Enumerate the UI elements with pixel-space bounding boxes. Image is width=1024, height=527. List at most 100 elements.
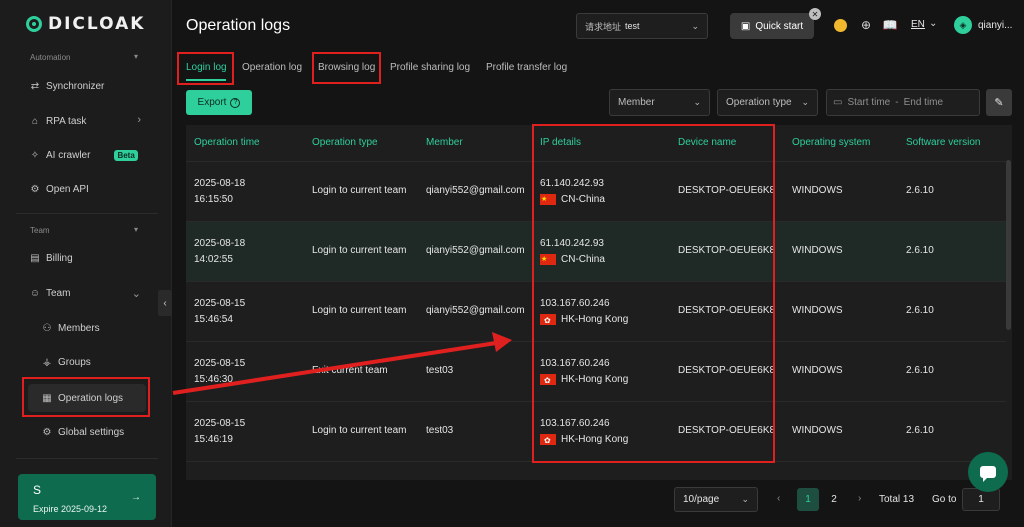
date-text: 2025-08-15 xyxy=(194,418,246,429)
collapse-sidebar-button[interactable]: ‹ xyxy=(158,290,172,316)
brush-icon: ✎ xyxy=(994,97,1004,109)
version-cell: 2.6.10 xyxy=(906,365,934,376)
ai-icon: ✧ xyxy=(30,149,40,161)
page-size-select[interactable]: 10/page ⌄ xyxy=(674,487,758,512)
time-text: 15:46:30 xyxy=(194,374,233,385)
version-cell: 2.6.10 xyxy=(906,245,934,256)
help-icon: ? xyxy=(230,97,241,108)
chevron-right-icon[interactable]: › xyxy=(137,114,141,126)
page-title: Operation logs xyxy=(186,17,291,34)
logo[interactable]: DICLOAK xyxy=(26,14,145,34)
sidebar-item-label: RPA task xyxy=(46,115,87,127)
region-select[interactable]: 请求地址 test ⌄ xyxy=(576,13,708,39)
sidebar-item-synchronizer[interactable]: ⇄ Synchronizer xyxy=(30,76,105,96)
divider xyxy=(16,458,158,459)
username[interactable]: qianyi... xyxy=(978,20,1012,31)
caret-down-icon[interactable]: ▾ xyxy=(134,52,138,61)
close-icon[interactable]: ✕ xyxy=(809,8,821,20)
sidebar-item-label: Billing xyxy=(46,252,73,264)
page-number[interactable]: 2 xyxy=(823,488,845,511)
version-cell: 2.6.10 xyxy=(906,305,934,316)
operation-type-select[interactable]: Operation type ⌄ xyxy=(717,89,818,116)
logo-text: DICLOAK xyxy=(48,14,146,34)
operation-time-cell: 2025-08-15 15:46:54 xyxy=(194,296,245,328)
table-scrollbar[interactable] xyxy=(1006,160,1011,330)
settings-icon: ⚙ xyxy=(42,426,52,438)
quick-start-label: Quick start xyxy=(755,20,804,32)
annotation-box-ip-device xyxy=(532,124,775,463)
chevron-down-icon: ⌄ xyxy=(693,97,701,107)
operation-time-cell: 2025-08-18 16:15:50 xyxy=(194,176,245,208)
robot-icon: ⌂ xyxy=(31,115,39,127)
members-icon: ⚇ xyxy=(42,322,52,334)
annotation-box-operation-logs xyxy=(22,377,150,417)
tab-profile-sharing-log[interactable]: Profile sharing log xyxy=(390,62,470,73)
os-cell: WINDOWS xyxy=(792,365,843,376)
export-button[interactable]: Export ? xyxy=(186,90,252,115)
annotation-box-login-log xyxy=(177,52,234,85)
member-select[interactable]: Member ⌄ xyxy=(609,89,710,116)
quick-start-icon: ▣ xyxy=(740,20,751,32)
operation-time-cell: 2025-08-18 14:02:55 xyxy=(194,236,245,268)
sidebar-item-billing[interactable]: ▤ Billing xyxy=(30,248,73,268)
section-automation: Automation xyxy=(30,53,71,62)
divider xyxy=(16,213,158,214)
column-header: Operating system xyxy=(792,137,871,148)
date-text: 2025-08-15 xyxy=(194,358,246,369)
sidebar-item-members[interactable]: ⚇ Members xyxy=(42,318,100,338)
os-cell: WINDOWS xyxy=(792,245,843,256)
version-cell: 2.6.10 xyxy=(906,185,934,196)
total-count: Total 13 xyxy=(879,494,915,505)
chevron-down-icon[interactable]: ⌄ xyxy=(132,287,141,300)
beta-badge: Beta xyxy=(114,149,138,161)
upload-icon[interactable]: ⊕ xyxy=(858,17,874,33)
tab-operation-log[interactable]: Operation log xyxy=(242,62,302,73)
quick-start-button[interactable]: ▣ Quick start xyxy=(730,13,814,39)
sidebar-item-rpa-task[interactable]: ⌂ RPA task xyxy=(30,111,142,131)
sidebar-item-label: AI crawler xyxy=(46,149,91,161)
plan-initial: S xyxy=(33,483,42,497)
time-text: 15:46:19 xyxy=(194,434,233,445)
member-cell: test03 xyxy=(426,365,454,376)
sidebar-item-label: Global settings xyxy=(58,426,125,438)
arrow-right-icon: → xyxy=(131,492,141,503)
table-row[interactable] xyxy=(186,461,1006,480)
clear-filter-button[interactable]: ✎ xyxy=(986,89,1012,116)
chevron-down-icon: ⌄ xyxy=(741,494,749,504)
next-page-icon[interactable]: › xyxy=(858,493,861,504)
start-time-input[interactable]: Start time xyxy=(847,97,890,108)
member-placeholder: Member xyxy=(618,97,655,108)
chat-support-button[interactable] xyxy=(968,452,1008,492)
chevron-down-icon[interactable]: ⌄ xyxy=(929,18,937,29)
sidebar-item-global-settings[interactable]: ⚙ Global settings xyxy=(42,422,125,442)
caret-down-icon[interactable]: ▾ xyxy=(134,225,138,234)
expire-card[interactable]: S Expire 2025-09-12 → xyxy=(18,474,156,520)
version-cell: 2.6.10 xyxy=(906,425,934,436)
date-range-picker[interactable]: ▭ Start time - End time xyxy=(826,89,980,116)
member-cell: test03 xyxy=(426,425,454,436)
book-icon[interactable]: 📖 xyxy=(882,17,898,33)
language-switch[interactable]: EN xyxy=(911,19,925,30)
sidebar-item-groups[interactable]: ⚶ Groups xyxy=(42,352,91,372)
date-text: 2025-08-18 xyxy=(194,238,246,249)
sidebar-item-open-api[interactable]: ⚙ Open API xyxy=(30,179,89,199)
coin-icon[interactable] xyxy=(834,19,847,32)
operation-type-cell: Exit current team xyxy=(312,365,388,376)
column-header: Operation time xyxy=(194,137,260,148)
export-label: Export xyxy=(197,97,227,108)
goto-page-input[interactable]: 1 xyxy=(962,488,1000,511)
prev-page-icon[interactable]: ‹ xyxy=(777,493,780,504)
goto-label: Go to xyxy=(932,494,957,505)
avatar[interactable]: ◈ xyxy=(954,16,972,34)
operation-time-cell: 2025-08-15 15:46:30 xyxy=(194,356,245,388)
sidebar-item-team[interactable]: ☺ Team xyxy=(30,283,71,303)
tab-profile-transfer-log[interactable]: Profile transfer log xyxy=(486,62,567,73)
column-header: Member xyxy=(426,137,463,148)
operation-type-placeholder: Operation type xyxy=(726,97,792,108)
end-time-input[interactable]: End time xyxy=(904,97,943,108)
calendar-icon: ▭ xyxy=(833,97,843,108)
member-cell: qianyi552@gmail.com xyxy=(426,245,525,256)
operation-type-cell: Login to current team xyxy=(312,425,407,436)
sidebar-item-ai-crawler[interactable]: ✧ AI crawler Beta xyxy=(30,145,138,165)
page-number[interactable]: 1 xyxy=(797,488,819,511)
